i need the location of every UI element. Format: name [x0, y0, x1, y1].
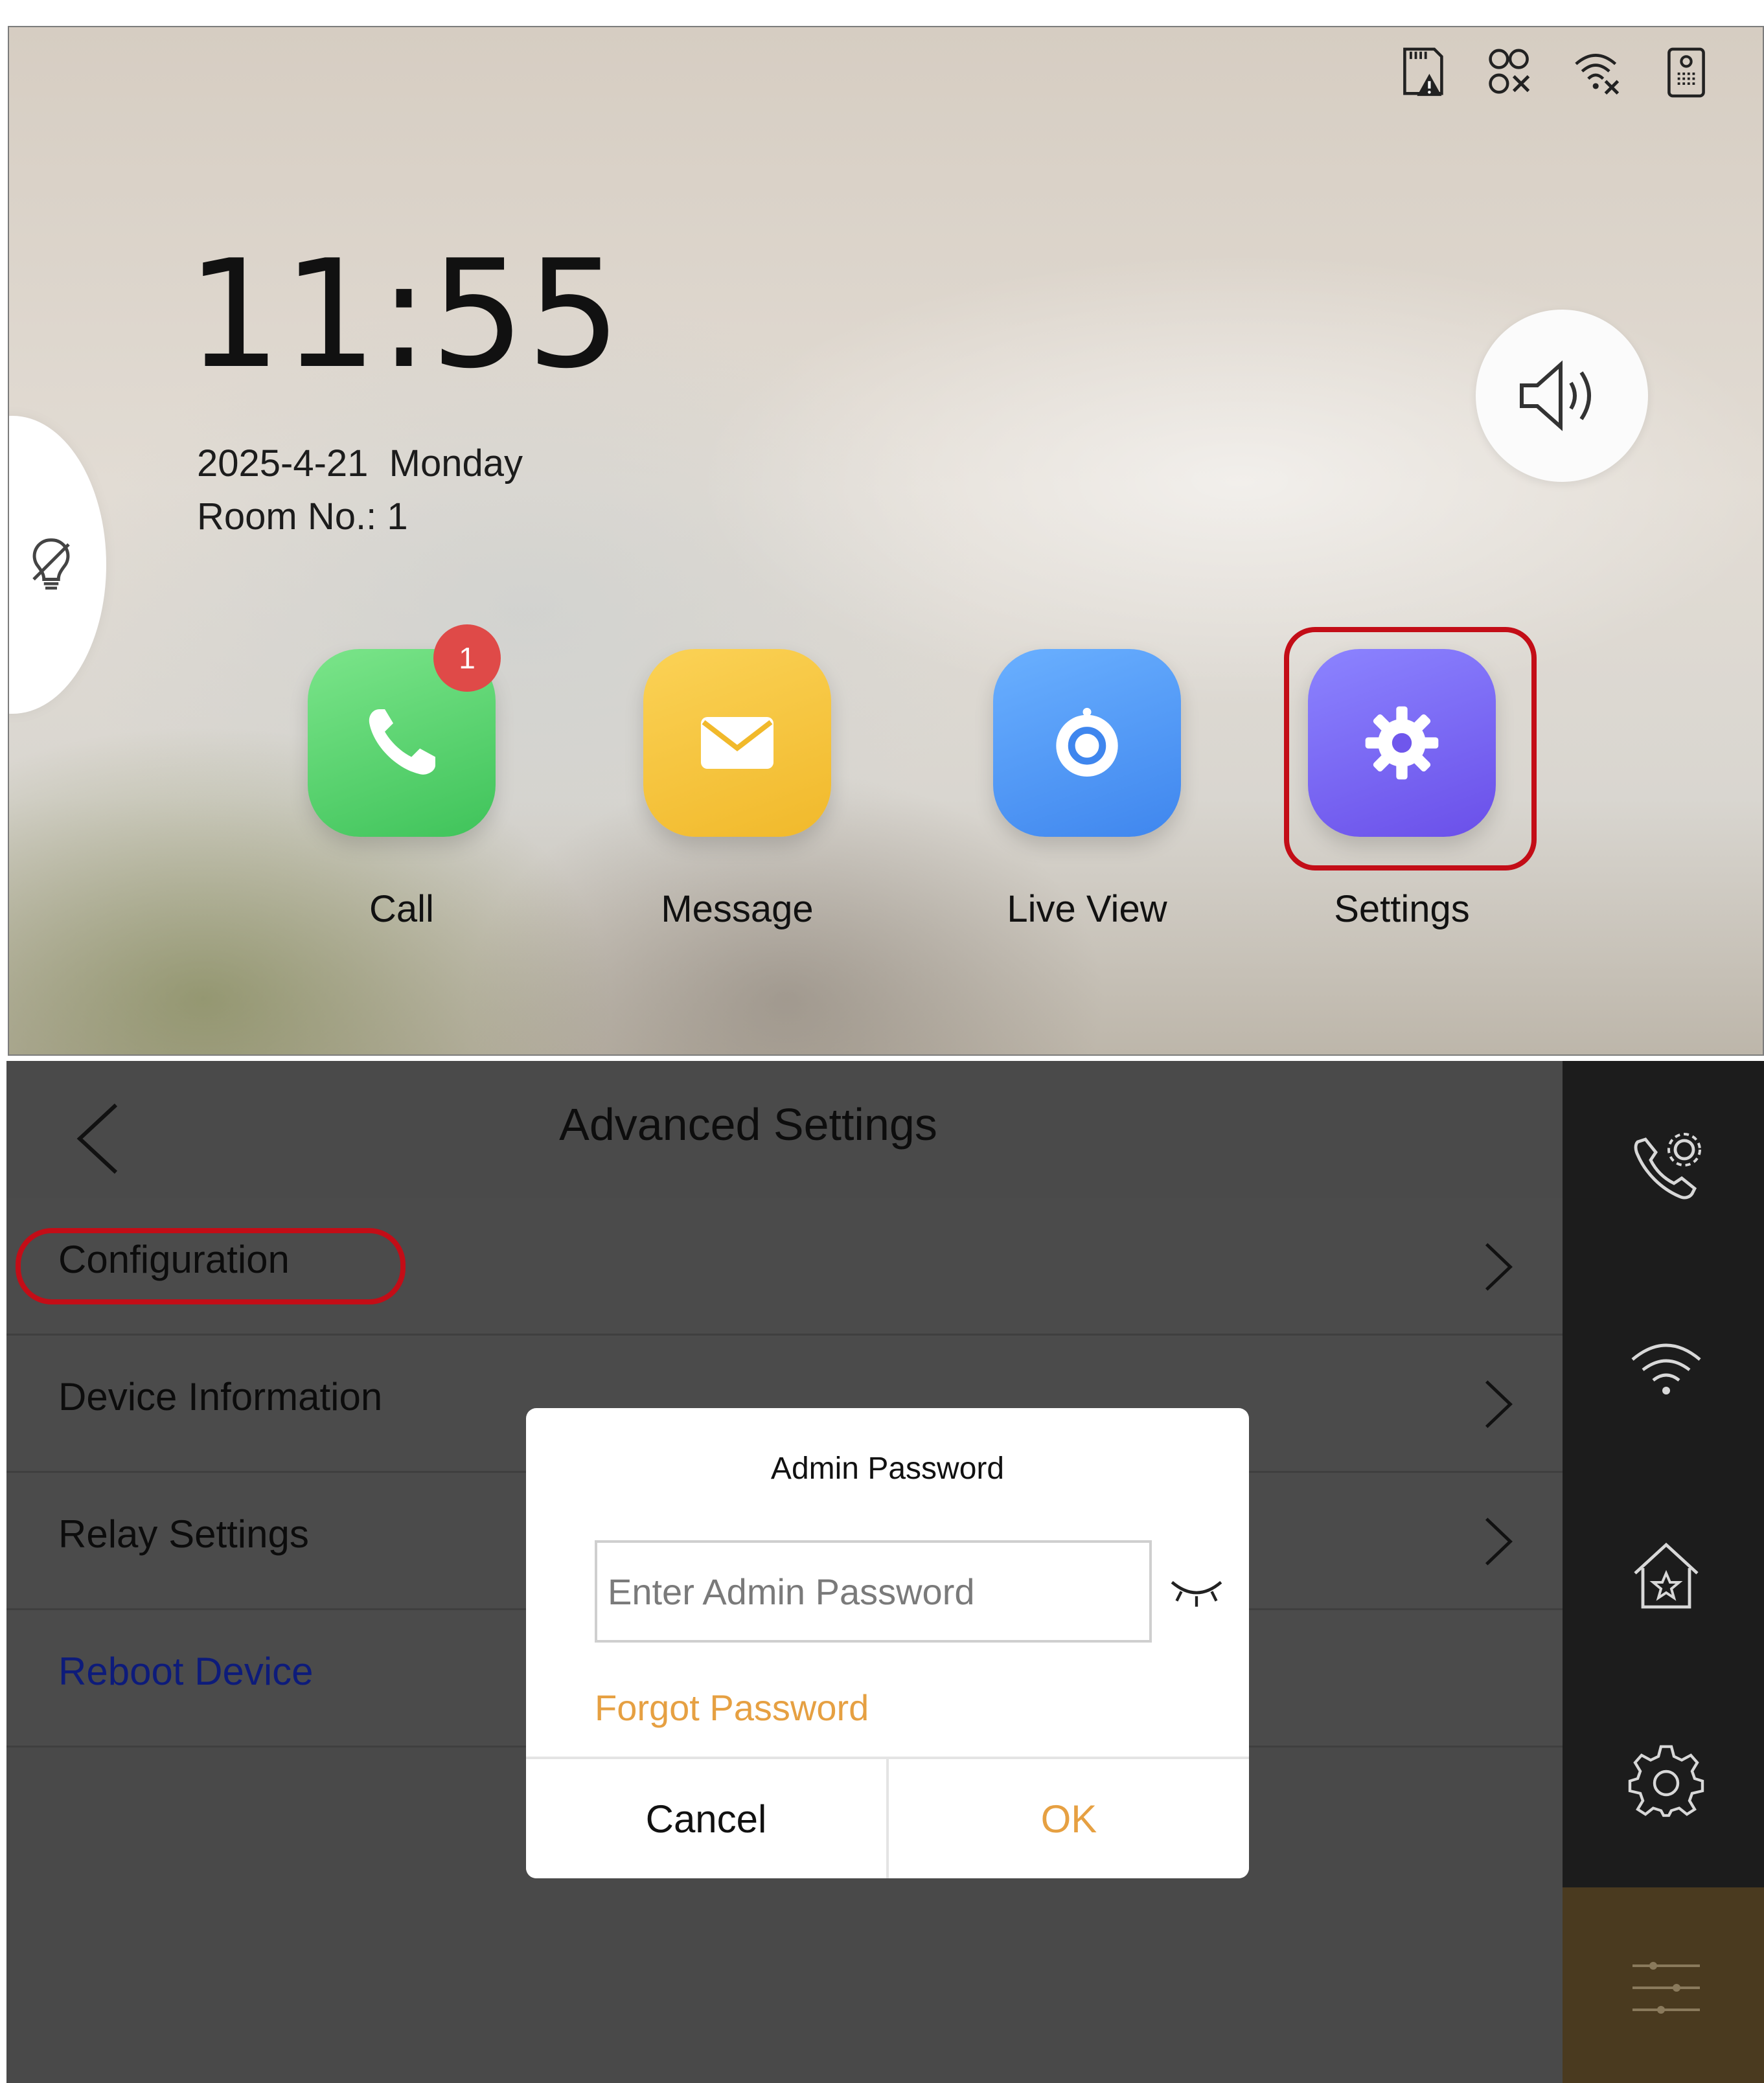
volume-button[interactable] — [1476, 310, 1648, 482]
admin-password-input[interactable] — [595, 1540, 1152, 1643]
admin-password-dialog: Admin Password Forgot Password Cancel OK — [526, 1408, 1249, 1878]
settings-highlight-box — [1284, 627, 1537, 871]
message-label: Message — [661, 888, 814, 930]
clock-time: 11:55 — [187, 229, 623, 402]
room-number-label: Room No.: 1 — [197, 495, 408, 538]
active-tab-sliders[interactable] — [1563, 1887, 1764, 2083]
page-title: Advanced Settings — [559, 1099, 937, 1150]
call-settings-icon[interactable] — [1627, 1126, 1705, 1210]
settings-side-nav — [1563, 1061, 1764, 2083]
advanced-settings-screen: Advanced Settings Configuration Device I… — [6, 1061, 1764, 2083]
speaker-icon — [1520, 360, 1591, 431]
lightbulb-off-icon — [32, 538, 70, 590]
ok-button[interactable]: OK — [889, 1759, 1249, 1878]
call-label: Call — [369, 888, 434, 930]
home-screen: 11:55 2025-4-21 Monday Room No.: 1 1 Cal… — [8, 26, 1764, 1056]
menu-item-label: Reboot Device — [58, 1650, 314, 1693]
phone-icon — [369, 709, 435, 775]
status-bar — [1397, 47, 1711, 98]
configuration-highlight-box — [16, 1228, 406, 1304]
cancel-button[interactable]: Cancel — [526, 1759, 889, 1878]
gear-icon[interactable] — [1627, 1741, 1705, 1825]
eye-closed-icon[interactable] — [1167, 1570, 1226, 1615]
live-view-tile[interactable] — [993, 649, 1181, 837]
home-star-icon[interactable] — [1627, 1534, 1705, 1618]
sliders-icon — [1632, 1962, 1700, 2014]
dialog-button-row: Cancel OK — [526, 1757, 1249, 1878]
dialog-title: Admin Password — [770, 1451, 1005, 1486]
app-call[interactable]: 1 Call — [304, 624, 501, 931]
link-disconnected-icon — [1489, 49, 1530, 94]
call-tile[interactable]: 1 — [308, 624, 501, 837]
settings-label: Settings — [1334, 888, 1470, 930]
menu-item-label: Relay Settings — [58, 1512, 309, 1556]
chevron-right-icon — [1485, 1380, 1513, 1428]
envelope-icon — [701, 717, 773, 769]
app-message[interactable]: Message — [640, 649, 834, 931]
wifi-disconnected-icon — [1575, 54, 1620, 95]
menu-item-label: Device Information — [58, 1375, 383, 1418]
settings-header: Advanced Settings — [6, 1061, 1563, 1198]
door-station-icon — [1667, 47, 1705, 98]
message-tile[interactable] — [643, 649, 831, 837]
call-badge: 1 — [433, 624, 501, 692]
wifi-icon[interactable] — [1627, 1326, 1705, 1411]
chevron-right-icon — [1485, 1243, 1513, 1291]
sd-card-warning-icon — [1403, 47, 1443, 97]
app-live-view[interactable]: Live View — [990, 649, 1184, 931]
camera-icon — [1056, 707, 1118, 777]
date-label: 2025-4-21 Monday — [197, 442, 523, 484]
forgot-password-link[interactable]: Forgot Password — [595, 1687, 869, 1729]
side-drawer-tab[interactable] — [9, 416, 106, 714]
live-view-label: Live View — [1007, 888, 1167, 930]
chevron-right-icon — [1485, 1518, 1513, 1565]
